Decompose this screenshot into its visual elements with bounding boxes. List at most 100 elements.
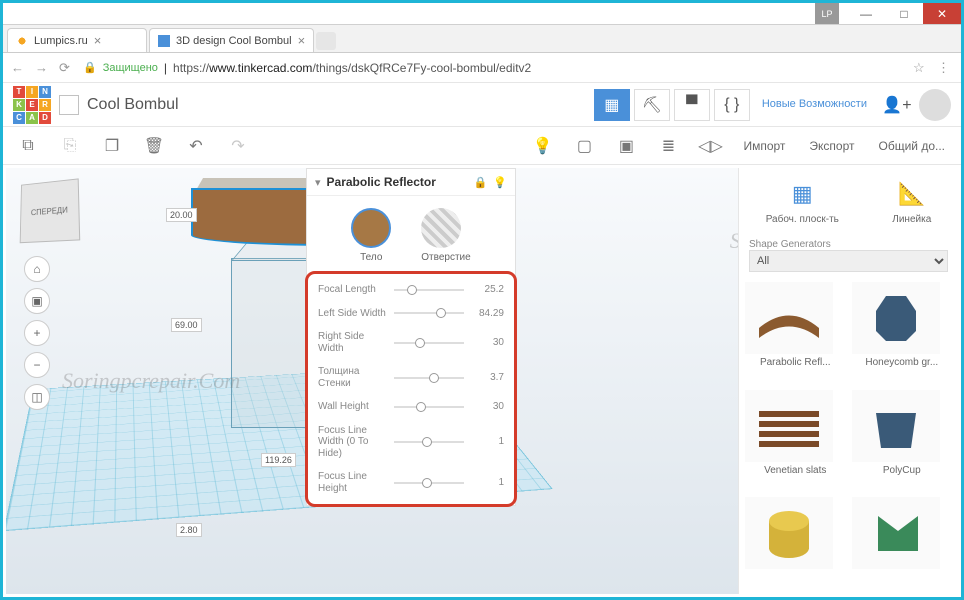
url-field[interactable]: 🔒 Защищено | https://www.tinkercad.com/t… bbox=[83, 61, 905, 75]
hole-swatch[interactable]: Отверстие bbox=[421, 208, 470, 263]
zoom-out-button[interactable]: − bbox=[24, 352, 50, 378]
collapse-icon[interactable]: ▾ bbox=[315, 176, 321, 189]
tab-close-icon[interactable]: × bbox=[94, 33, 102, 48]
align-button[interactable]: ≣ bbox=[653, 131, 683, 161]
delete-button[interactable]: 🗑 bbox=[139, 131, 169, 161]
mode-bricks-button[interactable]: ▀ bbox=[674, 89, 710, 121]
property-value[interactable]: 1 bbox=[470, 477, 504, 488]
mode-design-button[interactable]: ▦ bbox=[594, 89, 630, 121]
property-row: Wall Height30 bbox=[308, 395, 514, 419]
undo-button[interactable]: ↶ bbox=[181, 131, 211, 161]
mode-code-button[interactable]: { } bbox=[714, 89, 750, 121]
property-label: Left Side Width bbox=[318, 308, 388, 320]
favicon-icon bbox=[158, 35, 170, 47]
ruler-tool[interactable]: 📐 Линейка bbox=[892, 178, 931, 225]
watermark: Soringpcrepair.Com bbox=[730, 228, 738, 254]
zoom-in-button[interactable]: + bbox=[24, 320, 50, 346]
extension-badge[interactable]: LP bbox=[815, 3, 839, 24]
property-label: Focal Length bbox=[318, 284, 388, 296]
fit-view-button[interactable]: ▣ bbox=[24, 288, 50, 314]
menu-icon[interactable]: ⋮ bbox=[937, 60, 953, 76]
project-icon bbox=[59, 95, 79, 115]
property-value[interactable]: 84.29 bbox=[470, 308, 504, 319]
tinkercad-logo[interactable]: TIN KER CAD bbox=[13, 86, 51, 124]
new-features-link[interactable]: Новые Возможности bbox=[754, 98, 875, 111]
property-value[interactable]: 25.2 bbox=[470, 284, 504, 295]
workplane-tool[interactable]: ▦ Рабоч. плоск-ть bbox=[766, 178, 839, 225]
property-slider[interactable] bbox=[394, 441, 464, 443]
solid-swatch[interactable]: Тело bbox=[351, 208, 391, 263]
shape-label: Honeycomb gr... bbox=[852, 357, 953, 368]
new-tab-button[interactable] bbox=[316, 32, 336, 50]
property-row: Left Side Width 84.29 bbox=[308, 302, 514, 326]
property-slider[interactable] bbox=[394, 312, 464, 314]
lock-icon[interactable]: 🔒 bbox=[474, 176, 488, 189]
url-text: https://www.tinkercad.com/things/dskQfRC… bbox=[173, 61, 531, 75]
browser-tabstrip: Lumpics.ru × 3D design Cool Bombul × bbox=[3, 25, 961, 53]
property-slider[interactable] bbox=[394, 289, 464, 291]
property-value[interactable]: 30 bbox=[470, 337, 504, 348]
property-label: Толщина Стенки bbox=[318, 366, 388, 389]
secure-label: Защищено bbox=[103, 62, 158, 74]
tab-close-icon[interactable]: × bbox=[298, 33, 306, 48]
bookmark-icon[interactable]: ☆ bbox=[913, 60, 929, 76]
share-button[interactable]: Общий до... bbox=[873, 139, 952, 153]
category-select[interactable]: All bbox=[749, 250, 948, 272]
mirror-button[interactable]: ◁▷ bbox=[695, 131, 725, 161]
mode-blocks-button[interactable]: ⛏ bbox=[634, 89, 670, 121]
shape-item[interactable]: Honeycomb gr... bbox=[852, 282, 953, 384]
shape-inspector: ▾ Parabolic Reflector 🔒 💡 Тело Отверстие bbox=[306, 168, 516, 506]
import-button[interactable]: Импорт bbox=[737, 139, 791, 153]
lightbulb-icon[interactable]: 💡 bbox=[493, 176, 507, 189]
property-slider[interactable] bbox=[394, 377, 464, 379]
project-name[interactable]: Cool Bombul bbox=[87, 96, 179, 114]
property-value[interactable]: 1 bbox=[470, 436, 504, 447]
shape-item[interactable]: Venetian slats bbox=[745, 390, 846, 492]
group-button[interactable]: ▢ bbox=[569, 131, 599, 161]
browser-tab[interactable]: 3D design Cool Bombul × bbox=[149, 28, 314, 52]
shape-thumbnail bbox=[745, 390, 833, 462]
3d-canvas[interactable]: 20.00 69.00 119.26 77.62 2.80 СПЕРЕДИ ⌂ … bbox=[6, 168, 738, 594]
duplicate-button[interactable]: ❐ bbox=[97, 131, 127, 161]
add-user-icon[interactable]: 👤+ bbox=[879, 89, 915, 121]
property-value[interactable]: 3.7 bbox=[470, 372, 504, 383]
window-minimize-button[interactable]: — bbox=[847, 3, 885, 24]
home-view-button[interactable]: ⌂ bbox=[24, 256, 50, 282]
hole-icon bbox=[421, 208, 461, 248]
window-close-button[interactable]: ✕ bbox=[923, 3, 961, 24]
export-button[interactable]: Экспорт bbox=[803, 139, 860, 153]
ortho-toggle-button[interactable]: ◫ bbox=[24, 384, 50, 410]
property-slider[interactable] bbox=[394, 406, 464, 408]
property-value[interactable]: 30 bbox=[470, 401, 504, 412]
shape-label: Parabolic Refl... bbox=[745, 357, 846, 368]
shape-item[interactable]: Parabolic Refl... bbox=[745, 282, 846, 384]
copy-button[interactable]: ⧉ bbox=[13, 131, 43, 161]
window-maximize-button[interactable]: □ bbox=[885, 3, 923, 24]
paste-button[interactable]: ⎘ bbox=[55, 131, 85, 161]
browser-tab[interactable]: Lumpics.ru × bbox=[7, 28, 147, 52]
tab-title: 3D design Cool Bombul bbox=[176, 35, 292, 47]
ruler-icon: 📐 bbox=[896, 178, 928, 210]
forward-icon[interactable]: → bbox=[35, 60, 51, 75]
ungroup-button[interactable]: ▣ bbox=[611, 131, 641, 161]
back-icon[interactable]: ← bbox=[11, 60, 27, 75]
property-slider[interactable] bbox=[394, 342, 464, 344]
shape-thumbnail bbox=[745, 497, 833, 569]
viewcube[interactable]: СПЕРЕДИ bbox=[20, 178, 81, 243]
category-label: Shape Generators bbox=[749, 239, 948, 250]
visibility-button[interactable]: 💡 bbox=[527, 131, 557, 161]
property-label: Right Side Width bbox=[318, 331, 388, 354]
measurement-label: 119.26 bbox=[261, 453, 296, 467]
shape-item[interactable]: PolyCup bbox=[852, 390, 953, 492]
shape-thumbnail bbox=[852, 497, 940, 569]
window-titlebar: LP — □ ✕ bbox=[3, 3, 961, 25]
browser-addressbar: ← → ⟳ 🔒 Защищено | https://www.tinkercad… bbox=[3, 53, 961, 83]
shape-item[interactable] bbox=[745, 497, 846, 588]
reload-icon[interactable]: ⟳ bbox=[59, 60, 75, 76]
shape-item[interactable] bbox=[852, 497, 953, 588]
solid-label: Тело bbox=[351, 252, 391, 263]
lock-icon: 🔒 bbox=[83, 61, 97, 74]
redo-button[interactable]: ↷ bbox=[223, 131, 253, 161]
avatar[interactable] bbox=[919, 89, 951, 121]
property-slider[interactable] bbox=[394, 482, 464, 484]
